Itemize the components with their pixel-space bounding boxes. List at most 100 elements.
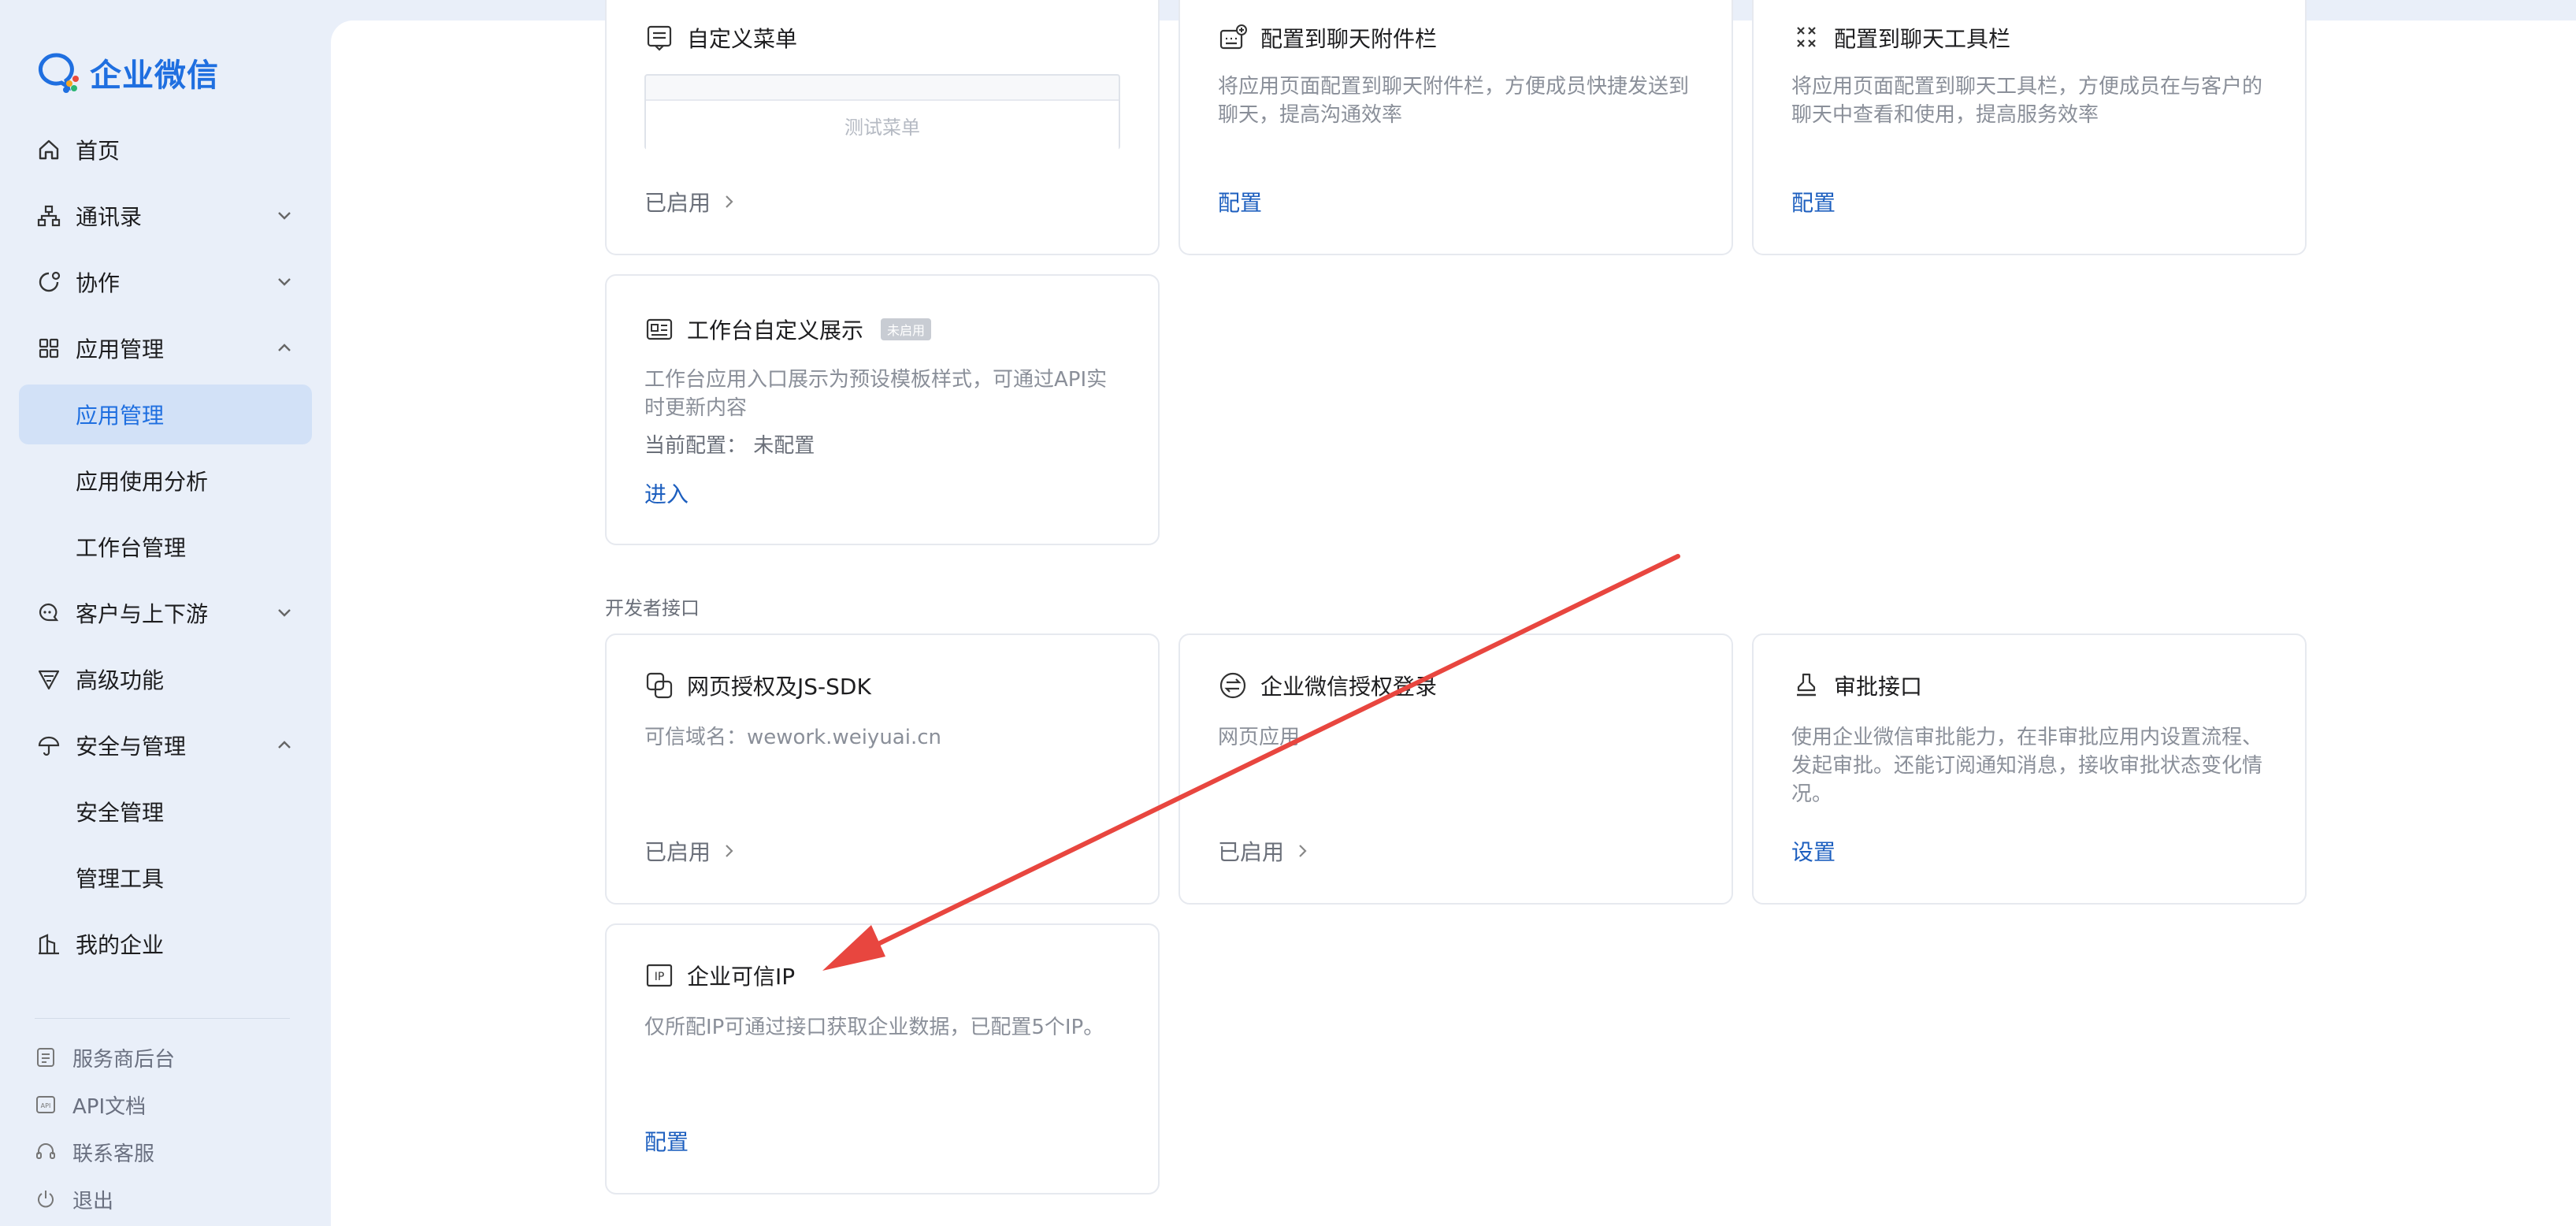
card-web-auth-title: 网页授权及JS-SDK [644, 670, 871, 701]
card-trusted-ip-config-link[interactable]: 配置 [644, 1125, 689, 1157]
toolbar-icon [1797, 27, 1816, 47]
status-text: 已启用 [644, 190, 711, 216]
card-approval-title: 审批接口 [1791, 670, 1922, 701]
footer-support-label: 联系客服 [72, 1142, 155, 1166]
nav-app-usage-label: 应用使用分析 [76, 469, 209, 495]
power-icon [38, 1191, 54, 1208]
menu-icon [647, 25, 672, 51]
wecom-logo-icon [38, 53, 79, 93]
nav-contacts-label: 通讯录 [76, 204, 143, 230]
nav-my-company-label: 我的企业 [76, 932, 165, 958]
swap-icon [1219, 672, 1246, 699]
nav-workbench[interactable]: 工作台管理 [19, 517, 312, 577]
menu-preview-bar: 测试菜单 [646, 99, 1119, 150]
card-approval-settings-link[interactable]: 设置 [1791, 835, 1835, 867]
sidebar-divider [35, 1018, 290, 1019]
card-trusted-ip-title: IP 企业可信IP [644, 960, 795, 991]
card-chat-attach-config-link[interactable]: 配置 [1218, 186, 1262, 217]
card-custom-menu-title-text: 自定义菜单 [687, 26, 798, 52]
card-wecom-login-status[interactable]: 已启用 [1218, 835, 1311, 867]
status-badge: 未启用 [881, 318, 932, 340]
card-workbench-custom-title: 工作台自定义展示 未启用 [644, 314, 932, 345]
card-workbench-custom-config: 当前配置： 未配置 [644, 434, 815, 458]
card-trusted-ip-title-text: 企业可信IP [687, 964, 796, 990]
footer-logout-label: 退出 [72, 1189, 114, 1213]
status-text: 已启用 [644, 839, 711, 865]
ip-icon: IP [646, 964, 673, 987]
nav-app-usage[interactable]: 应用使用分析 [19, 451, 312, 511]
svg-text:API: API [41, 1102, 51, 1109]
nav-contacts[interactable]: 通讯录 [19, 186, 312, 246]
nav-tools[interactable]: 管理工具 [19, 848, 312, 908]
card-web-auth-title-text: 网页授权及JS-SDK [687, 674, 871, 700]
card-wecom-login-title-text: 企业微信授权登录 [1260, 674, 1438, 700]
chevron-right-icon [726, 845, 733, 857]
card-custom-menu-status[interactable]: 已启用 [644, 186, 737, 217]
footer-api-docs[interactable]: API API文档 [35, 1089, 146, 1120]
apps-grid-icon [39, 338, 59, 359]
nav-home-label: 首页 [76, 138, 121, 164]
card-chat-attach-desc: 将应用页面配置到聊天附件栏，方便成员快捷发送到聊天，提高沟通效率 [1218, 75, 1690, 127]
nav-tools-label: 管理工具 [76, 866, 165, 892]
card-custom-menu-title: 自定义菜单 [644, 22, 797, 54]
card-wecom-login-desc: 网页应用 [1218, 726, 1301, 749]
nav-app-mgmt[interactable]: 应用管理 [19, 318, 312, 378]
card-chat-toolbar-config-link[interactable]: 配置 [1791, 186, 1835, 217]
display-card-icon [646, 318, 673, 340]
chevron-down-icon [278, 278, 291, 286]
nav-home[interactable]: 首页 [19, 120, 312, 180]
stamp-icon [1797, 673, 1816, 697]
card-trusted-ip: IP 企业可信IP 仅所配IP可通过接口获取企业数据，已配置5个IP。 配置 [605, 923, 1160, 1194]
nav-security[interactable]: 安全与管理 [19, 715, 312, 775]
menu-preview: 测试菜单 [644, 74, 1120, 150]
nav-app-mgmt-sub[interactable]: 应用管理 [19, 385, 312, 444]
headset-icon [36, 1143, 55, 1159]
chevron-up-icon [278, 344, 291, 351]
nav-collab-label: 协作 [76, 270, 121, 296]
card-chat-toolbar-desc: 将应用页面配置到聊天工具栏，方便成员在与客户的聊天中查看和使用，提高服务效率 [1791, 75, 2263, 127]
brand-logo[interactable]: 企业微信 [35, 49, 219, 96]
card-chat-toolbar-title: 配置到聊天工具栏 [1791, 22, 2010, 54]
card-workbench-custom: 工作台自定义展示 未启用 工作台应用入口展示为预设模板样式，可通过API实时更新… [605, 274, 1160, 545]
card-approval-desc: 使用企业微信审批能力，在非审批应用内设置流程、发起审批。还能订阅通知消息，接收审… [1791, 726, 2263, 806]
nav-collab[interactable]: 协作 [19, 252, 312, 312]
nav-security-sub-label: 安全管理 [76, 800, 165, 826]
footer-support[interactable]: 联系客服 [35, 1136, 154, 1168]
nav-customers[interactable]: 客户与上下游 [19, 583, 312, 643]
card-wecom-login-title: 企业微信授权登录 [1218, 670, 1437, 701]
card-approval: 审批接口 使用企业微信审批能力，在非审批应用内设置流程、发起审批。还能订阅通知消… [1752, 633, 2307, 905]
document-icon [37, 1048, 54, 1067]
chevron-right-icon [1299, 845, 1307, 857]
nav-security-label: 安全与管理 [76, 734, 187, 760]
footer-provider[interactable]: 服务商后台 [35, 1042, 175, 1073]
footer-provider-label: 服务商后台 [72, 1047, 176, 1072]
footer-logout[interactable]: 退出 [35, 1183, 113, 1215]
nav-my-company[interactable]: 我的企业 [19, 914, 312, 974]
brand-name: 企业微信 [90, 58, 219, 94]
section-dev-api: 开发者接口 [605, 597, 700, 619]
status-text: 已启用 [1218, 839, 1285, 865]
card-web-auth: 网页授权及JS-SDK 可信域名：wework.weiyuai.cn 已启用 [605, 633, 1160, 905]
chevron-down-icon [278, 212, 291, 220]
card-web-auth-desc: 可信域名：wework.weiyuai.cn [644, 726, 941, 749]
attach-bar-icon [1219, 24, 1247, 50]
nav-workbench-label: 工作台管理 [76, 535, 187, 561]
chevron-down-icon [278, 609, 291, 617]
nav-app-mgmt-label: 应用管理 [76, 336, 165, 362]
api-icon: API [36, 1096, 55, 1113]
card-custom-menu: 自定义菜单 测试菜单 已启用 [605, 0, 1160, 255]
chevron-up-icon [278, 741, 291, 749]
org-chart-icon [37, 205, 61, 227]
card-workbench-custom-desc: 工作台应用入口展示为预设模板样式，可通过API实时更新内容 [644, 368, 1108, 420]
card-chat-attach-title-text: 配置到聊天附件栏 [1260, 26, 1438, 52]
nav-customers-label: 客户与上下游 [76, 601, 209, 627]
card-chat-attach: 配置到聊天附件栏 将应用页面配置到聊天附件栏，方便成员快捷发送到聊天，提高沟通效… [1179, 0, 1733, 255]
card-workbench-custom-enter-link[interactable]: 进入 [644, 477, 689, 509]
card-approval-title-text: 审批接口 [1834, 674, 1923, 700]
nav-security-sub[interactable]: 安全管理 [19, 782, 312, 841]
chat-bubble-icon [39, 603, 59, 622]
nav-advanced[interactable]: 高级功能 [19, 649, 312, 709]
card-web-auth-status[interactable]: 已启用 [644, 835, 737, 867]
card-chat-toolbar: 配置到聊天工具栏 将应用页面配置到聊天工具栏，方便成员在与客户的聊天中查看和使用… [1752, 0, 2307, 255]
umbrella-icon [38, 736, 60, 756]
